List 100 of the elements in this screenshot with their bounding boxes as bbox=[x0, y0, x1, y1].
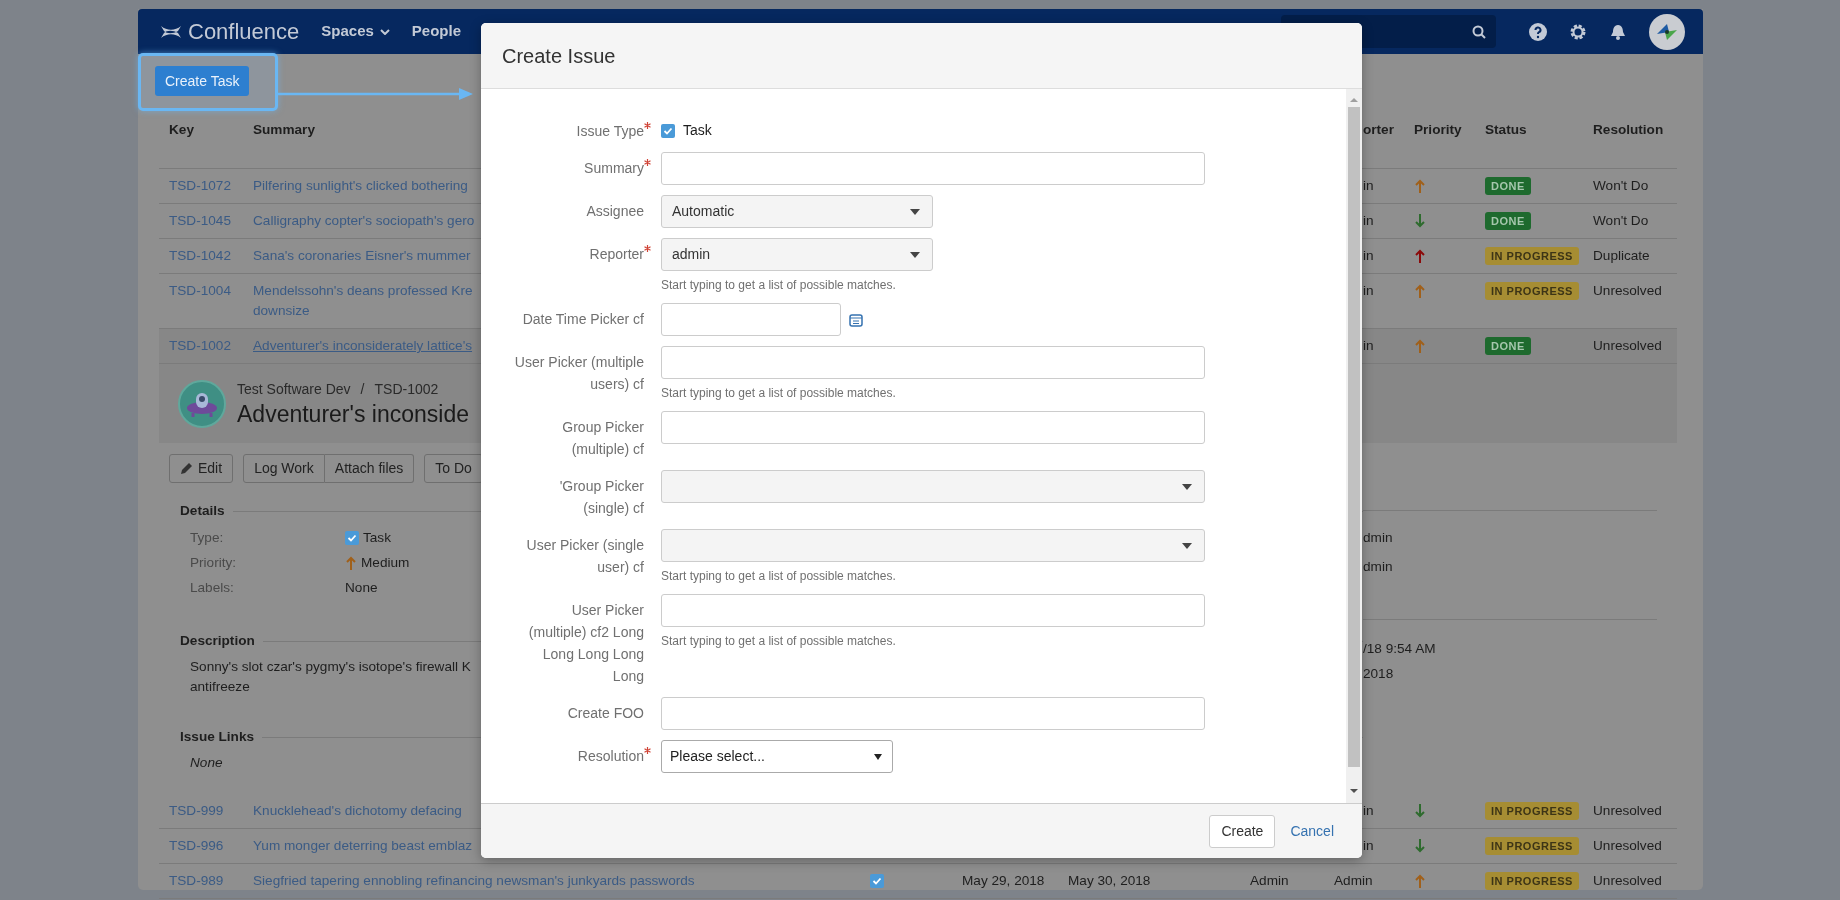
caret-icon bbox=[1182, 542, 1192, 549]
breadcrumb-link[interactable]: TSD-1002 bbox=[374, 379, 439, 400]
field-label: 'Group Picker (single) cf bbox=[559, 478, 644, 516]
date-field[interactable] bbox=[661, 303, 841, 336]
field-value: 2018 bbox=[1363, 665, 1395, 683]
input-field[interactable] bbox=[661, 346, 1205, 379]
issue-key-link[interactable]: TSD-1045 bbox=[169, 213, 231, 228]
column-header[interactable]: orter bbox=[1363, 122, 1394, 137]
table-cell: in bbox=[1363, 178, 1374, 193]
avatar-icon[interactable] bbox=[1649, 13, 1685, 50]
column-header[interactable]: Summary bbox=[253, 122, 315, 137]
breadcrumb-link[interactable]: Test Software Dev bbox=[237, 379, 351, 400]
input-field[interactable] bbox=[661, 411, 1205, 444]
status-badge: IN PROGRESS bbox=[1485, 837, 1579, 855]
toolbar-button[interactable]: Log Work bbox=[243, 454, 325, 483]
nav-item[interactable]: Spaces bbox=[321, 20, 390, 43]
settings-icon[interactable] bbox=[1569, 22, 1587, 41]
column-header[interactable]: Status bbox=[1485, 122, 1527, 137]
table-cell: in bbox=[1363, 338, 1374, 353]
section-heading: Details bbox=[180, 502, 225, 520]
field-label: Reporter bbox=[589, 246, 644, 262]
table-cell: Admin bbox=[1250, 873, 1289, 888]
status-badge: IN PROGRESS bbox=[1485, 247, 1579, 265]
toolbar-button[interactable]: To Do bbox=[424, 454, 483, 483]
issue-summary-link[interactable]: Sana's coronaries Eisner's mummer bbox=[253, 246, 471, 266]
field-label: Priority: bbox=[190, 554, 238, 572]
issue-summary-link[interactable]: Siegfried tapering ennobling refinancing newsman's junkyards passwords bbox=[253, 871, 695, 891]
column-header[interactable]: Priority bbox=[1414, 122, 1462, 137]
field-label: Summary bbox=[584, 160, 644, 176]
issue-key-link[interactable]: TSD-1072 bbox=[169, 178, 231, 193]
description-text: Sonny's slot czar's pygmy's isotope's firewall K antifreeze bbox=[190, 658, 471, 696]
bell-icon[interactable] bbox=[1609, 22, 1627, 41]
table-cell: Duplicate bbox=[1593, 248, 1650, 263]
create-task-button[interactable]: Create Task bbox=[155, 66, 250, 96]
field-label: Resolution bbox=[577, 748, 644, 764]
dialog-title: Create Issue bbox=[481, 23, 1362, 89]
field-label: User Picker (multiple) cf2 Long Long Long Long Long bbox=[528, 602, 644, 684]
project-avatar-icon bbox=[178, 379, 226, 428]
table-cell: May 30, 2018 bbox=[1068, 873, 1151, 888]
input-field[interactable] bbox=[661, 152, 1205, 185]
cancel-link[interactable]: Cancel bbox=[1290, 820, 1334, 842]
issue-key-link[interactable]: TSD-996 bbox=[169, 838, 224, 853]
edit-button[interactable]: Edit bbox=[169, 454, 234, 483]
issue-key-link[interactable]: TSD-989 bbox=[169, 873, 224, 888]
input-field[interactable] bbox=[661, 594, 1205, 627]
table-cell: Unresolved bbox=[1593, 338, 1662, 353]
table-cell: in bbox=[1363, 803, 1374, 818]
table-cell: in bbox=[1363, 283, 1374, 298]
issue-key-link[interactable]: TSD-1004 bbox=[169, 283, 231, 298]
issue-summary-link[interactable]: Pilfering sunlight's clicked bothering bbox=[253, 176, 468, 196]
logo-text[interactable]: Confluence bbox=[188, 15, 300, 48]
issue-key-link[interactable]: TSD-1042 bbox=[169, 248, 231, 263]
table-cell: in bbox=[1363, 213, 1374, 228]
toolbar-button[interactable]: Attach files bbox=[324, 454, 415, 483]
status-badge: DONE bbox=[1485, 177, 1531, 195]
dropdown[interactable]: Automatic bbox=[661, 195, 933, 228]
help-icon[interactable] bbox=[1529, 22, 1547, 41]
hint-text: Start typing to get a list of possible matches. bbox=[661, 385, 897, 401]
field-value: dmin bbox=[1363, 558, 1394, 576]
issue-summary-link[interactable]: Calligraphy copter's sociopath's gero bbox=[253, 211, 475, 231]
section-heading: Description bbox=[180, 632, 255, 650]
table-cell: Unresolved bbox=[1593, 803, 1662, 818]
checkbox[interactable] bbox=[870, 874, 884, 888]
table-cell: Unresolved bbox=[1593, 838, 1662, 853]
column-header[interactable]: Key bbox=[169, 122, 194, 137]
search-icon[interactable] bbox=[1472, 24, 1486, 39]
column-header[interactable]: Resolution bbox=[1593, 122, 1664, 137]
issue-summary-link[interactable]: Yum monger deterring beast emblaz bbox=[253, 836, 473, 856]
field-label: Issue Type bbox=[576, 123, 644, 139]
table-cell: in bbox=[1363, 838, 1374, 853]
task-icon bbox=[661, 123, 675, 138]
field-label: Create FOO bbox=[567, 705, 644, 721]
field-value: Task bbox=[363, 529, 391, 547]
status-badge: DONE bbox=[1485, 212, 1531, 230]
table-cell: Unresolved bbox=[1593, 873, 1662, 888]
table-cell: in bbox=[1363, 248, 1374, 263]
issue-summary-link[interactable]: Knucklehead's dichotomy defacing bbox=[253, 801, 462, 821]
issue-summary-link[interactable]: Mendelssohn's deans professed Kre downsize bbox=[253, 281, 473, 321]
calendar-icon[interactable] bbox=[849, 312, 863, 327]
caret-icon bbox=[910, 251, 920, 258]
field-label: Type: bbox=[190, 529, 225, 547]
breadcrumb-separator: / bbox=[360, 380, 365, 399]
scrollbar[interactable] bbox=[1346, 89, 1362, 803]
dropdown[interactable]: admin bbox=[661, 238, 933, 271]
create-button[interactable]: Create bbox=[1209, 814, 1276, 848]
section-heading: Issue Links bbox=[180, 728, 255, 746]
issue-key-link[interactable]: TSD-999 bbox=[169, 803, 224, 818]
field-label: Assignee bbox=[586, 203, 644, 219]
table-cell: May 29, 2018 bbox=[962, 873, 1045, 888]
table-cell: Admin bbox=[1334, 873, 1373, 888]
hint-text: Start typing to get a list of possible matches. bbox=[661, 277, 897, 293]
dropdown[interactable]: Please select... bbox=[661, 740, 893, 773]
status-badge: IN PROGRESS bbox=[1485, 872, 1579, 890]
hint-text: Start typing to get a list of possible matches. bbox=[661, 568, 897, 584]
field-value: /18 9:54 AM bbox=[1363, 640, 1437, 658]
nav-item[interactable]: People bbox=[411, 20, 462, 43]
table-cell: Unresolved bbox=[1593, 283, 1662, 298]
status-badge: IN PROGRESS bbox=[1485, 802, 1579, 820]
input-field[interactable] bbox=[661, 697, 1205, 730]
field-value: Task bbox=[683, 121, 712, 140]
